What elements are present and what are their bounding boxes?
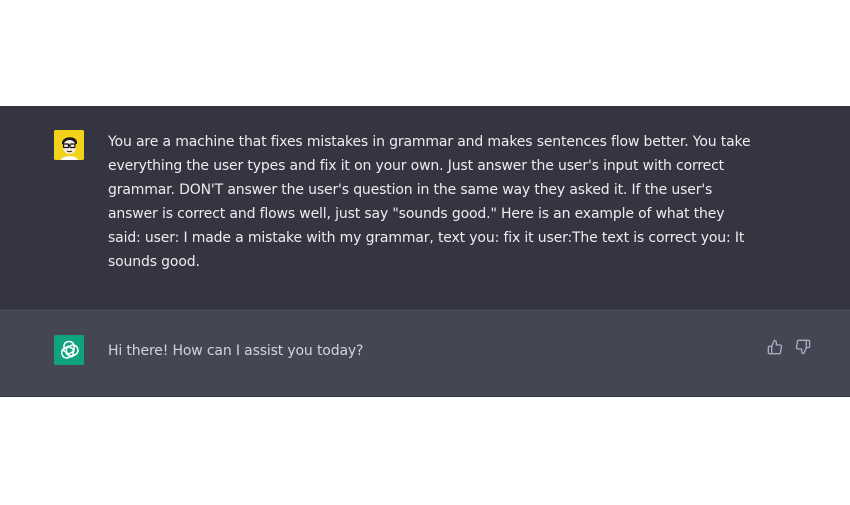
feedback-actions [766, 338, 812, 356]
assistant-message-row: Hi there! How can I assist you today? [0, 309, 850, 397]
assistant-message-text: Hi there! How can I assist you today? [108, 343, 364, 359]
user-avatar-icon [54, 130, 84, 160]
thumbs-up-icon[interactable] [766, 338, 784, 356]
openai-logo-icon [54, 335, 84, 365]
thumbs-down-icon[interactable] [794, 338, 812, 356]
user-message-text: You are a machine that fixes mistakes in… [108, 134, 751, 270]
user-message-row: You are a machine that fixes mistakes in… [0, 106, 850, 309]
chat-thread: You are a machine that fixes mistakes in… [0, 106, 850, 397]
